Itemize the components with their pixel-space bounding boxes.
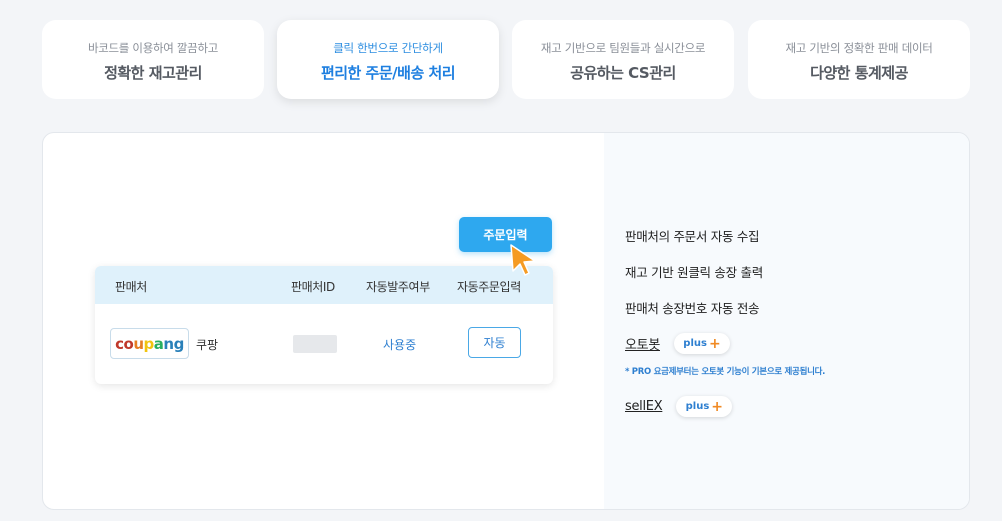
auto-button[interactable]: 자동 [468,327,521,358]
tab-order-shipping[interactable]: 클릭 한번으로 간단하게 편리한 주문/배송 처리 [277,20,499,99]
table-header: 판매처 판매처ID 자동발주여부 자동주문입력 [95,266,553,304]
tab-subtitle: 재고 기반의 정확한 판매 데이터 [785,41,933,55]
logo-text: u [133,334,144,353]
logo-text: ng [163,334,184,353]
tab-title: 다양한 통계제공 [810,64,908,82]
store-table: 판매처 판매처ID 자동발주여부 자동주문입력 co u p a ng 쿠팡 사용중 자… [95,266,553,384]
tab-title: 공유하는 CS관리 [570,64,676,82]
store-name: 쿠팡 [196,338,219,352]
table-row: co u p a ng 쿠팡 사용중 자동 [95,304,553,384]
plus-badge-label: plus [685,401,710,412]
plus-badge: plus + [676,396,733,417]
tab-subtitle: 재고 기반으로 팀원들과 실시간으로 [540,41,706,55]
store-id-placeholder [293,335,337,353]
sellex-row: sellEX plus + [625,396,733,417]
plus-icon: + [708,335,721,352]
pointer-cursor-icon [510,244,536,276]
feature-panel: 주문입력 판매처 판매처ID 자동발주여부 자동주문입력 co u p a ng 쿠팡 … [42,132,970,510]
sellex-link[interactable]: sellEX [625,399,663,414]
tab-statistics[interactable]: 재고 기반의 정확한 판매 데이터 다양한 통계제공 [748,20,970,99]
feature-item: 판매처 송장번호 자동 전송 [625,301,760,316]
status-text: 사용중 [383,338,417,352]
plus-icon: + [711,398,724,415]
feature-item: 판매처의 주문서 자동 수집 [625,229,760,244]
tab-title: 편리한 주문/배송 처리 [320,64,456,82]
coupang-logo: co u p a ng [110,328,189,359]
pro-plan-note: * PRO 요금제부터는 오토봇 기능이 기본으로 제공됩니다. [625,367,826,377]
tab-cs[interactable]: 재고 기반으로 팀원들과 실시간으로 공유하는 CS관리 [512,20,734,99]
header-store: 판매처 [115,280,147,294]
plus-badge-label: plus [683,338,707,349]
logo-text: a [153,334,164,353]
tab-inventory[interactable]: 바코드를 이용하여 깔끔하고 정확한 재고관리 [42,20,264,99]
plus-badge: plus + [673,333,730,354]
tab-subtitle: 클릭 한번으로 간단하게 [333,41,443,55]
header-store-id: 판매처ID [291,280,335,294]
feature-item: 재고 기반 원클릭 송장 출력 [625,265,763,280]
logo-text: co [115,334,134,353]
autobot-link[interactable]: 오토봇 [625,334,660,353]
feature-description-area [604,133,969,509]
header-auto-input: 자동주문입력 [457,280,521,294]
header-auto-order: 자동발주여부 [366,280,430,294]
tab-title: 정확한 재고관리 [104,64,202,82]
tab-subtitle: 바코드를 이용하여 깔끔하고 [87,41,219,55]
autobot-row: 오토봇 plus + [625,333,730,354]
logo-text: p [143,334,155,353]
